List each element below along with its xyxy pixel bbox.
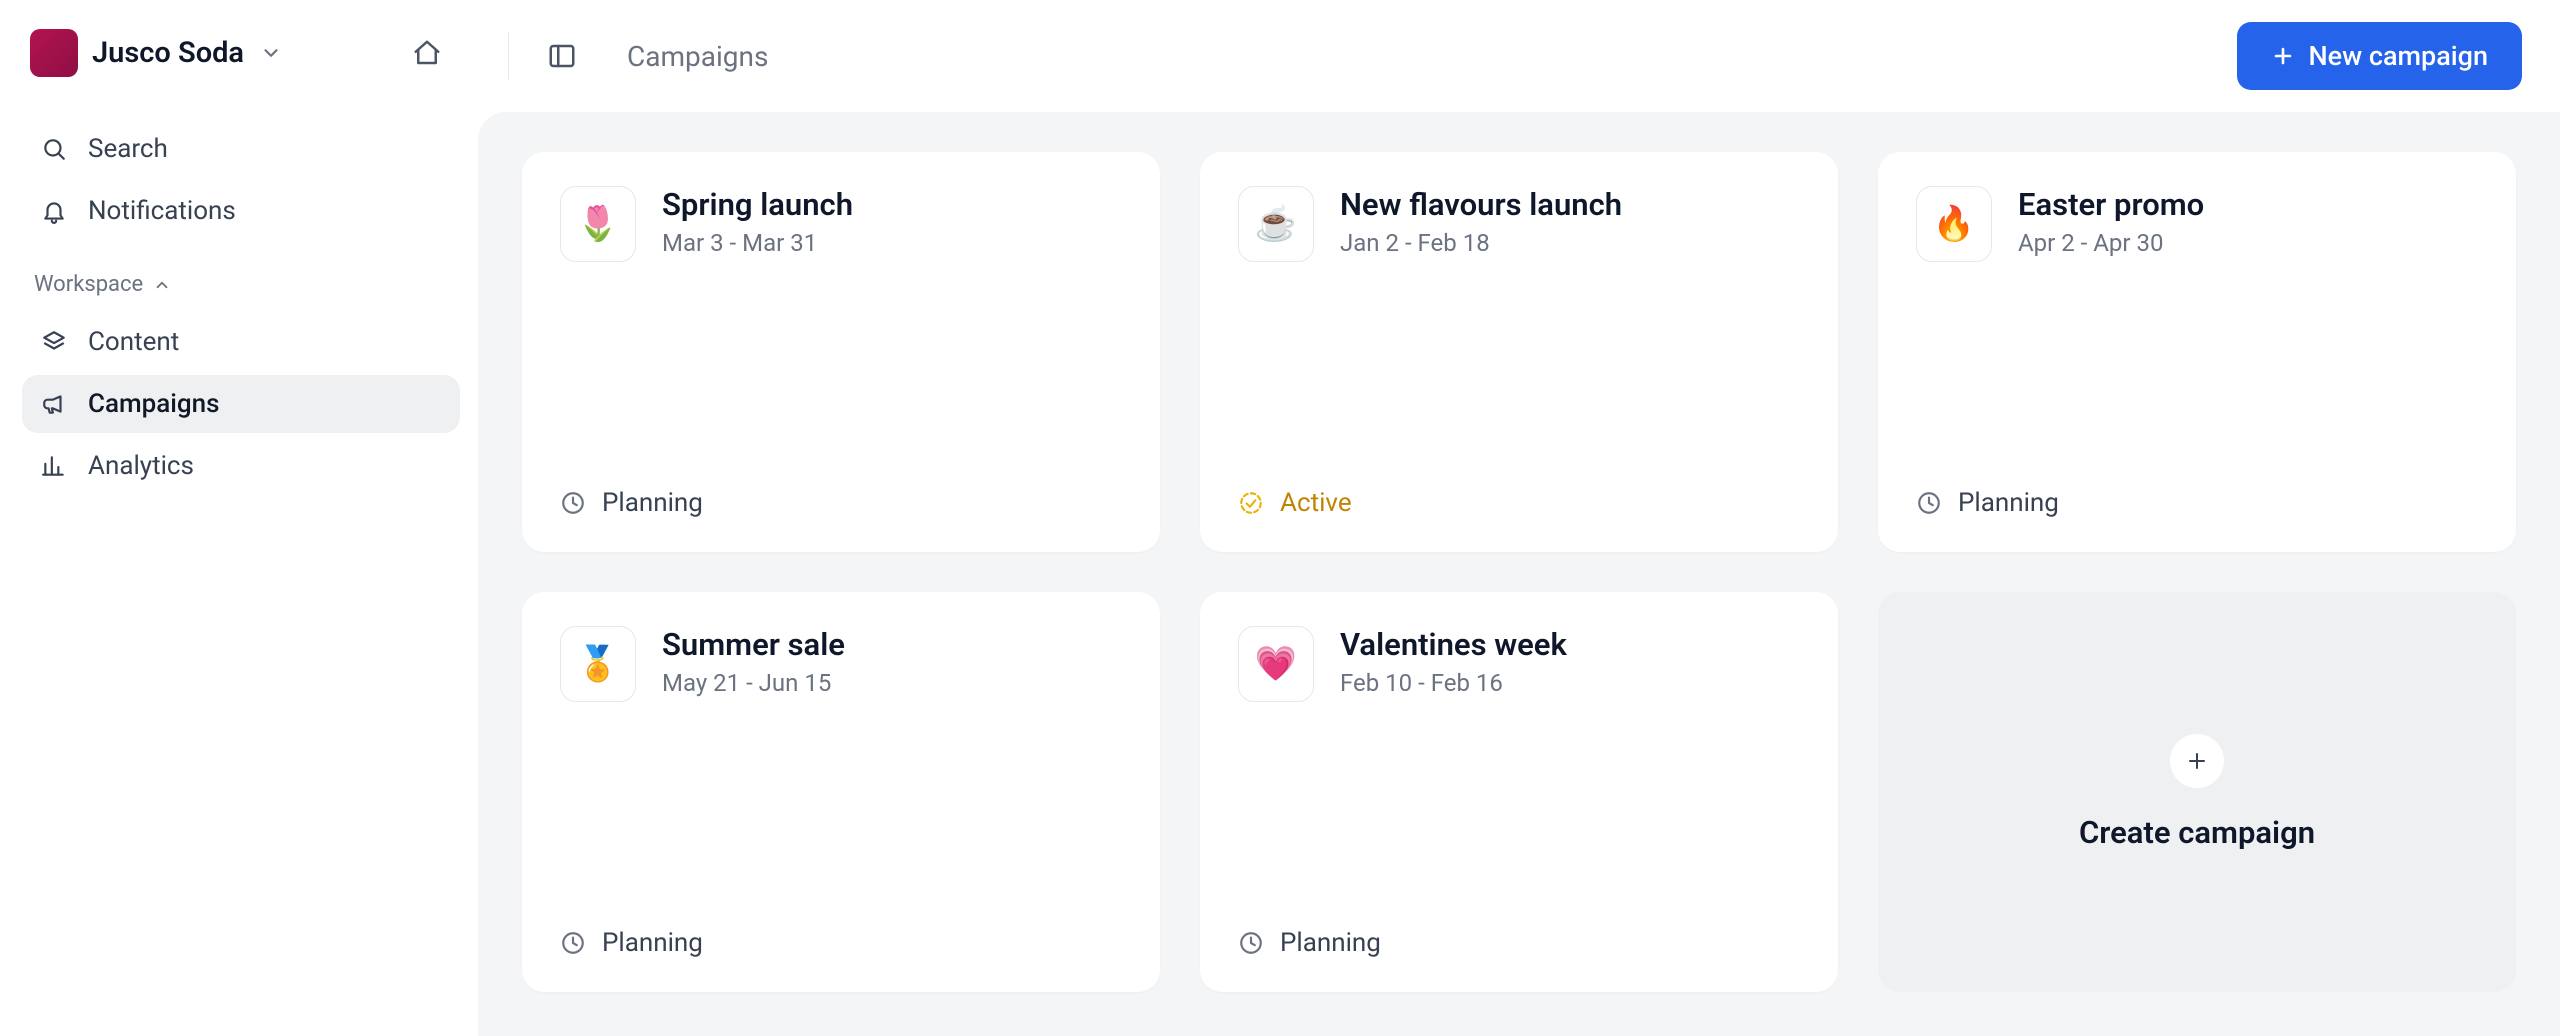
campaign-status: Planning [560,928,1122,958]
campaign-title: Easter promo [2018,186,2204,223]
plus-icon [2271,44,2295,68]
campaign-dates: May 21 - Jun 15 [662,669,845,697]
campaign-status-text: Planning [602,928,703,958]
sidebar-item-content[interactable]: Content [22,313,460,371]
campaign-dates: Mar 3 - Mar 31 [662,229,853,257]
clock-icon [560,930,586,956]
campaign-card[interactable]: 🏅 Summer sale May 21 - Jun 15 Planning [522,592,1160,992]
campaign-status-text: Planning [602,488,703,518]
campaign-status-text: Planning [1958,488,2059,518]
campaign-dates: Jan 2 - Feb 18 [1340,229,1622,257]
campaign-status: Planning [1238,928,1800,958]
bell-icon [40,198,68,224]
sidebar-item-search[interactable]: Search [22,120,460,178]
divider [508,32,509,80]
campaign-status: Active [1238,488,1800,518]
campaign-icon: 💗 [1238,626,1314,702]
campaign-card[interactable]: 🔥 Easter promo Apr 2 - Apr 30 Planning [1878,152,2516,552]
create-campaign-label: Create campaign [2079,814,2315,851]
campaign-title: Valentines week [1340,626,1567,663]
sidebar-item-notifications[interactable]: Notifications [22,182,460,240]
new-campaign-label: New campaign [2309,40,2488,72]
progress-icon [1238,490,1264,516]
sidebar-section-workspace[interactable]: Workspace [22,244,460,309]
campaign-status: Planning [1916,488,2478,518]
plus-icon [2170,734,2224,788]
content-area: 🌷 Spring launch Mar 3 - Mar 31 Planning … [478,112,2560,1036]
campaign-card[interactable]: 💗 Valentines week Feb 10 - Feb 16 Planni… [1200,592,1838,992]
clock-icon [1916,490,1942,516]
campaign-title: Spring launch [662,186,853,223]
layers-icon [40,329,68,355]
campaign-icon: 🔥 [1916,186,1992,262]
sidebar-item-label: Analytics [88,451,194,481]
sidebar-item-label: Notifications [88,196,236,226]
campaign-icon: 🌷 [560,186,636,262]
campaign-grid: 🌷 Spring launch Mar 3 - Mar 31 Planning … [522,152,2516,992]
sidebar-item-label: Content [88,327,179,357]
workspace-name: Jusco Soda [92,36,244,70]
bar-chart-icon [40,453,68,479]
megaphone-icon [40,391,68,417]
campaign-icon: 🏅 [560,626,636,702]
create-campaign-card[interactable]: Create campaign [1878,592,2516,992]
campaign-status: Planning [560,488,1122,518]
section-label-text: Workspace [34,272,143,297]
new-campaign-button[interactable]: New campaign [2237,22,2522,90]
home-button[interactable] [402,28,452,78]
campaign-status-text: Active [1280,488,1352,518]
campaign-icon: ☕ [1238,186,1314,262]
chevron-up-icon [153,276,171,294]
campaign-title: Summer sale [662,626,845,663]
campaign-title: New flavours launch [1340,186,1622,223]
sidebar-nav: Search Notifications Workspace Content [22,120,460,495]
breadcrumb[interactable]: Campaigns [627,40,768,73]
campaign-card[interactable]: ☕ New flavours launch Jan 2 - Feb 18 Act… [1200,152,1838,552]
sidebar: Jusco Soda Search Notifications [0,0,478,1036]
clock-icon [1238,930,1264,956]
campaign-dates: Apr 2 - Apr 30 [2018,229,2204,257]
panel-toggle-button[interactable] [537,31,587,81]
sidebar-item-label: Campaigns [88,389,220,419]
sidebar-item-campaigns[interactable]: Campaigns [22,375,460,433]
sidebar-item-label: Search [88,134,168,164]
workspace-avatar [30,29,78,77]
campaign-dates: Feb 10 - Feb 16 [1340,669,1567,697]
chevron-down-icon [260,42,282,64]
campaign-card[interactable]: 🌷 Spring launch Mar 3 - Mar 31 Planning [522,152,1160,552]
clock-icon [560,490,586,516]
campaign-status-text: Planning [1280,928,1381,958]
topbar: Campaigns New campaign [478,0,2560,112]
sidebar-item-analytics[interactable]: Analytics [22,437,460,495]
workspace-switcher[interactable]: Jusco Soda [22,22,460,84]
search-icon [40,136,68,162]
